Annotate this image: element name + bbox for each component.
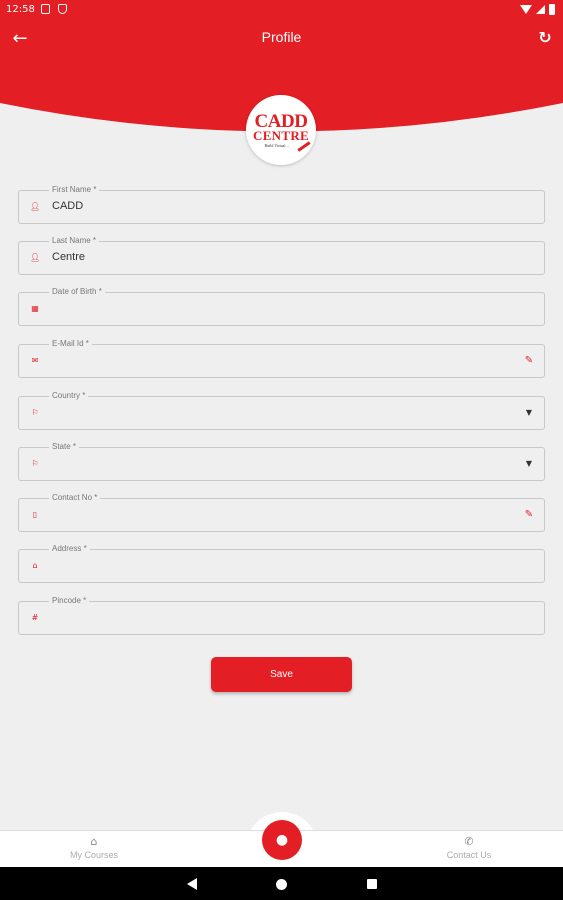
- pincode-field[interactable]: Pincode * #: [18, 596, 545, 635]
- system-home-icon[interactable]: [276, 879, 287, 890]
- nav-label: Contact Us: [446, 850, 492, 860]
- refresh-icon: ↻: [538, 28, 552, 47]
- email-field[interactable]: E-Mail Id * ✉ ✎: [18, 339, 545, 378]
- status-time: 12:58: [6, 4, 35, 15]
- flag-icon: ⚐: [31, 408, 39, 417]
- field-label: E-Mail Id *: [49, 339, 92, 349]
- mail-icon: ✉: [31, 356, 39, 365]
- country-select[interactable]: Country * ⚐ ▼: [18, 391, 545, 430]
- dropdown-icon[interactable]: ▼: [523, 407, 535, 419]
- edit-icon[interactable]: ✎: [523, 355, 535, 367]
- nav-item-my-courses[interactable]: ⌂ My Courses: [44, 835, 144, 860]
- page-title: Profile: [261, 29, 302, 45]
- status-icons: [520, 4, 555, 15]
- field-value: Centre: [52, 251, 86, 263]
- person-icon: ●: [275, 832, 289, 848]
- field-label: State *: [49, 442, 80, 452]
- shield-icon: [58, 4, 67, 14]
- field-label: Pincode *: [49, 596, 90, 606]
- app-screen: 12:58 ← Profile ↻ CADD CENTRE Build Virt…: [0, 0, 563, 900]
- phone-icon: ▯: [32, 510, 38, 519]
- field-label: First Name *: [49, 185, 100, 195]
- field-value: CADD: [52, 200, 84, 212]
- field-label: Address *: [49, 544, 90, 554]
- person-icon: 👤︎: [30, 253, 41, 262]
- refresh-button[interactable]: ↻: [533, 27, 557, 49]
- status-bar: 12:58: [0, 0, 563, 20]
- field-label: Date of Birth *: [49, 287, 105, 297]
- hash-icon: #: [31, 613, 39, 622]
- first-name-field[interactable]: First Name * 👤︎ CADD: [18, 185, 545, 224]
- home-icon: ⌂: [32, 561, 38, 570]
- notification-icon: [41, 4, 50, 14]
- address-field[interactable]: Address * ⌂: [18, 544, 545, 583]
- nav-item-contact-us[interactable]: ✆ Contact Us: [419, 835, 519, 860]
- field-label: Last Name *: [49, 236, 100, 246]
- logo-text-bottom: CENTRE: [253, 128, 309, 143]
- system-back-icon[interactable]: [187, 878, 197, 890]
- person-icon: 👤︎: [30, 202, 41, 211]
- save-button[interactable]: Save: [211, 657, 352, 692]
- date-of-birth-field[interactable]: Date of Birth * ▦: [18, 287, 545, 326]
- nav-label: My Courses: [69, 850, 118, 860]
- field-label: Country *: [49, 391, 89, 401]
- wifi-icon: [520, 5, 532, 14]
- state-select[interactable]: State * ⚐ ▼: [18, 442, 545, 481]
- signal-icon: [536, 5, 545, 14]
- dropdown-icon[interactable]: ▼: [523, 458, 535, 470]
- profile-fab-button[interactable]: ●: [262, 820, 302, 860]
- contact-number-field[interactable]: Contact No * ▯ ✎: [18, 493, 545, 532]
- last-name-field[interactable]: Last Name * 👤︎ Centre: [18, 236, 545, 275]
- battery-icon: [549, 4, 555, 15]
- field-label: Contact No *: [49, 493, 101, 503]
- calendar-icon: ▦: [31, 304, 39, 313]
- phone-icon: ✆: [464, 835, 474, 848]
- brand-logo: CADD CENTRE Build Virtual ...: [246, 95, 316, 165]
- edit-icon[interactable]: ✎: [523, 509, 535, 521]
- home-icon: ⌂: [90, 835, 98, 848]
- system-recents-icon[interactable]: [367, 879, 377, 889]
- system-navigation-bar: [0, 867, 563, 900]
- flag-icon: ⚐: [31, 459, 39, 468]
